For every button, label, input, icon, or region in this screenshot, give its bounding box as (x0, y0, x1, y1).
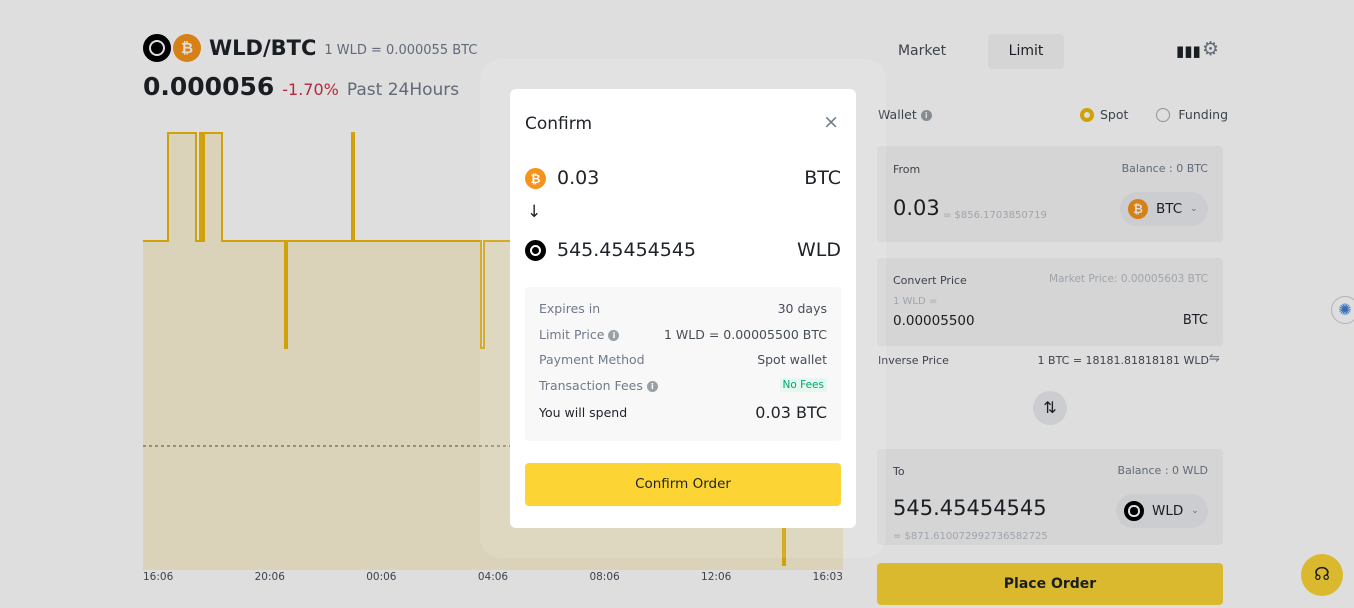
confirm-modal: Confirm × ₿ 0.03 BTC ↓ 545.45454545 WLD … (510, 89, 856, 528)
arrow-down-icon: ↓ (527, 202, 542, 222)
detail-spend: You will spend 0.03 BTC (539, 403, 827, 423)
to-amount: 545.45454545 (557, 239, 697, 261)
detail-expires: Expires in 30 days (539, 301, 827, 317)
confirm-order-button[interactable]: Confirm Order (525, 463, 841, 506)
info-icon: i (608, 329, 620, 341)
detail-limit-price: Limit Price i 1 WLD = 0.00005500 BTC (539, 326, 827, 342)
modal-title: Confirm (525, 114, 593, 134)
detail-payment-method: Payment Method Spot wallet (539, 352, 827, 368)
from-amount: 0.03 (557, 167, 600, 189)
close-icon[interactable]: × (823, 111, 839, 133)
btc-icon: ₿ (525, 168, 546, 189)
from-coin: BTC (804, 167, 841, 189)
wld-icon (525, 240, 546, 261)
no-fees-badge: No Fees (779, 378, 827, 393)
info-icon: i (646, 380, 658, 392)
order-details: Expires in 30 days Limit Price i 1 WLD = 0.… (525, 287, 841, 441)
to-coin: WLD (796, 239, 841, 261)
detail-fees: Transaction Fees i No Fees (539, 373, 827, 399)
